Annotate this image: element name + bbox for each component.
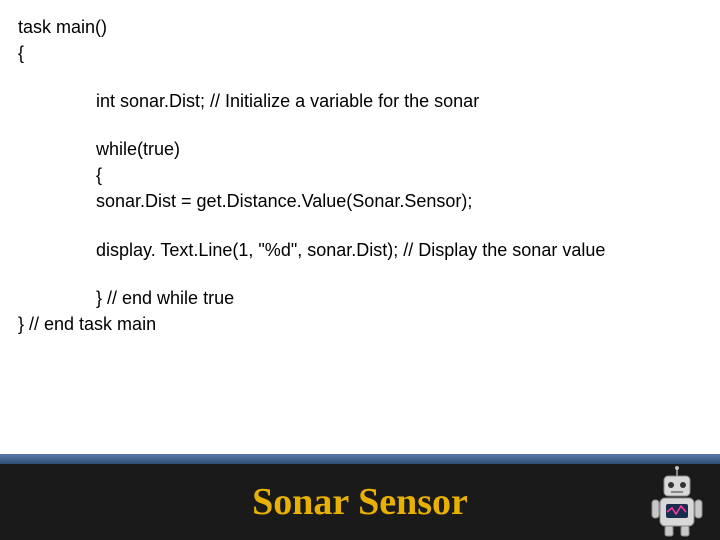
- robot-icon: [648, 466, 706, 538]
- code-line: display. Text.Line(1, "%d", sonar.Dist);…: [18, 237, 702, 263]
- code-line: {: [18, 40, 702, 66]
- slide-footer: Sonar Sensor: [0, 454, 720, 540]
- divider: [0, 454, 720, 464]
- code-line: task main(): [18, 14, 702, 40]
- code-block: task main() { int sonar.Dist; // Initial…: [0, 0, 720, 337]
- code-line: while(true): [18, 136, 702, 162]
- slide-title: Sonar Sensor: [252, 480, 468, 524]
- code-line: {: [18, 162, 702, 188]
- code-line: } // end while true: [18, 285, 702, 311]
- code-line: int sonar.Dist; // Initialize a variable…: [18, 88, 702, 114]
- code-line: sonar.Dist = get.Distance.Value(Sonar.Se…: [18, 188, 702, 214]
- title-bar: Sonar Sensor: [0, 464, 720, 540]
- code-line: } // end task main: [18, 311, 702, 337]
